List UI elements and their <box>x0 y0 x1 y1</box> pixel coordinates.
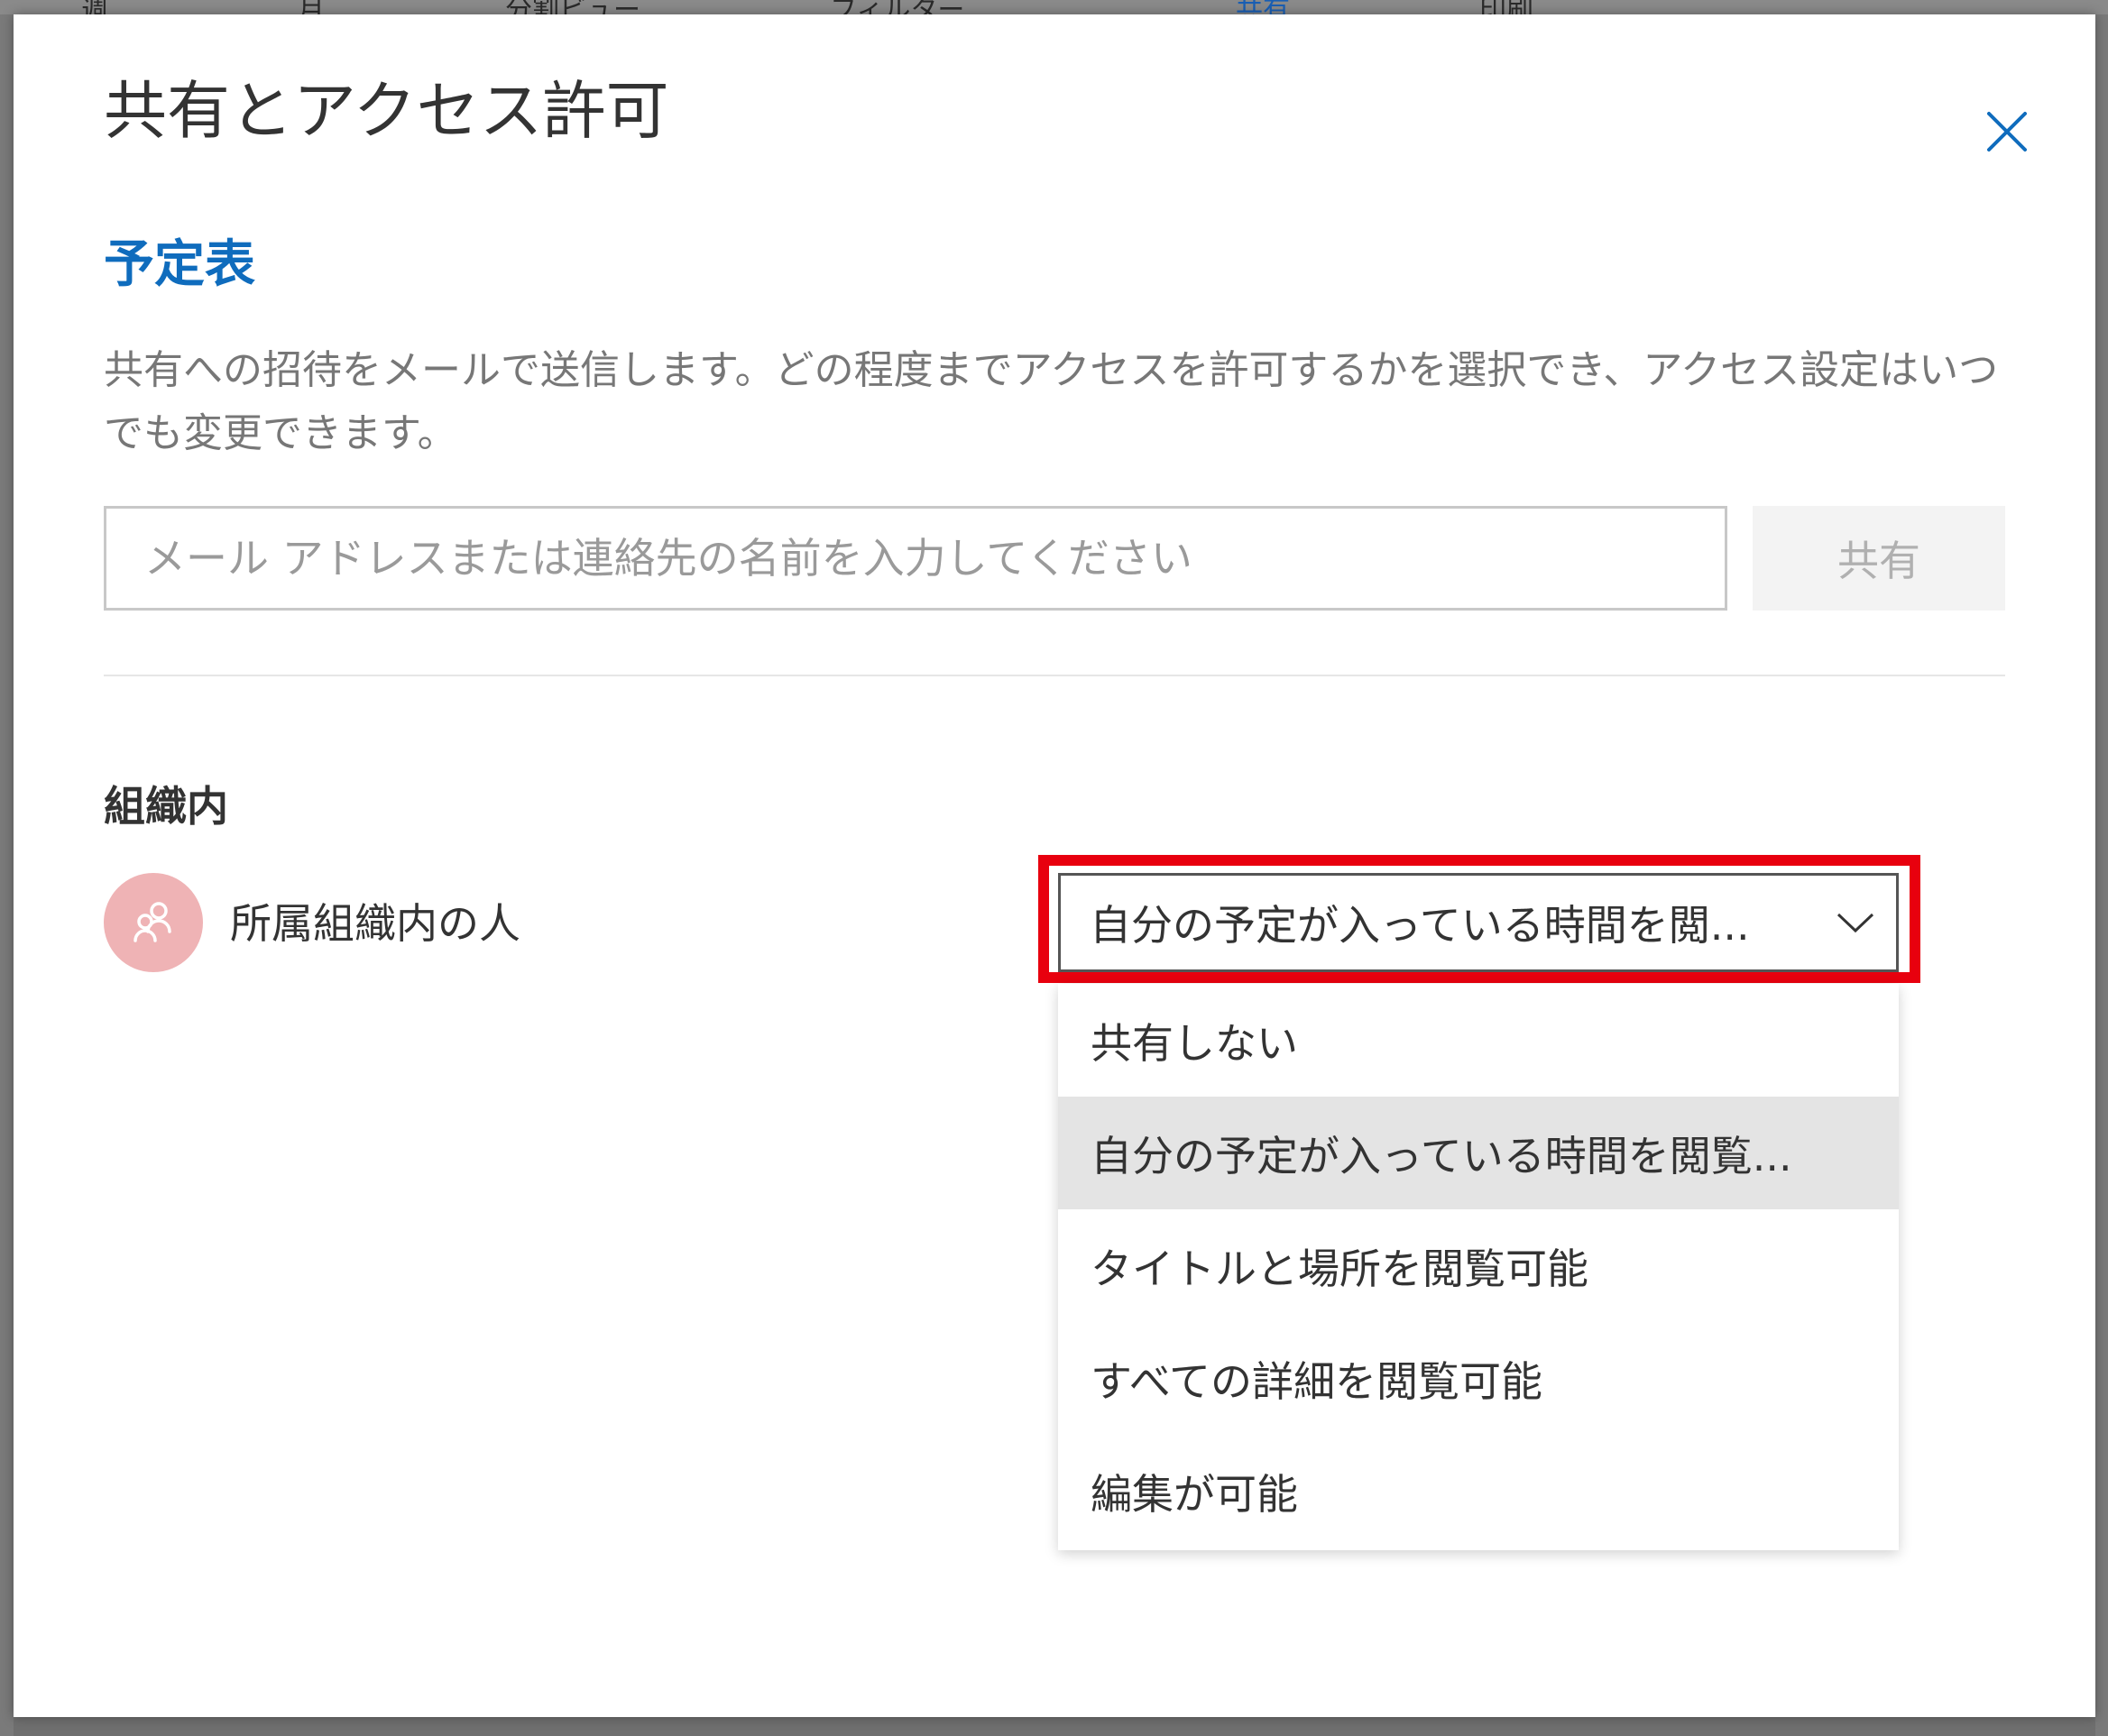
dropdown-option-free-busy[interactable]: 自分の予定が入っている時間を閲覧... <box>1058 1097 1899 1209</box>
share-button[interactable]: 共有 <box>1753 506 2005 611</box>
close-icon <box>1987 112 2027 152</box>
dropdown-option-can-edit[interactable]: 編集が可能 <box>1058 1435 1899 1548</box>
organization-people-label: 所属組織内の人 <box>230 899 520 948</box>
background-toolbar-split-view: 分割ビュー <box>505 0 640 14</box>
dialog-title: 共有とアクセス許可 <box>104 74 669 148</box>
calendar-section-title: 予定表 <box>104 235 255 294</box>
dropdown-option-no-share[interactable]: 共有しない <box>1058 984 1899 1097</box>
chevron-down-icon <box>1815 912 1896 933</box>
background-toolbar-filter: フィルター <box>830 0 964 14</box>
dropdown-option-all-details[interactable]: すべての詳細を閲覧可能 <box>1058 1322 1899 1435</box>
avatar <box>104 873 203 972</box>
permission-dropdown[interactable]: 自分の予定が入っている時間を閲... <box>1058 873 1899 972</box>
email-input[interactable] <box>104 506 1727 611</box>
background-toolbar-print: 印刷 <box>1479 0 1533 14</box>
sharing-permissions-dialog: 共有とアクセス許可 予定表 共有への招待をメールで送信します。どの程度までアクセ… <box>14 14 2095 1717</box>
permission-dropdown-value: 自分の予定が入っている時間を閲... <box>1090 901 1750 950</box>
background-toolbar-week: 週 <box>81 0 108 14</box>
in-organization-heading: 組織内 <box>104 782 228 831</box>
background-toolbar-month: 月 <box>298 0 325 14</box>
sharing-description: 共有への招待をメールで送信します。どの程度までアクセスを許可するかを選択でき、ア… <box>104 347 1999 456</box>
background-right-edge <box>2095 14 2108 1736</box>
permission-dropdown-menu: 共有しない 自分の予定が入っている時間を閲覧... タイトルと場所を閲覧可能 す… <box>1058 984 1899 1550</box>
divider <box>104 675 2005 676</box>
close-button[interactable] <box>1971 96 2043 168</box>
background-toolbar: 週 月 分割ビュー フィルター 共有 印刷 <box>0 0 2108 14</box>
dropdown-option-title-location[interactable]: タイトルと場所を閲覧可能 <box>1058 1209 1899 1322</box>
background-toolbar-share: 共有 <box>1236 0 1290 14</box>
background-left-edge <box>0 14 14 1736</box>
people-icon <box>133 902 171 942</box>
